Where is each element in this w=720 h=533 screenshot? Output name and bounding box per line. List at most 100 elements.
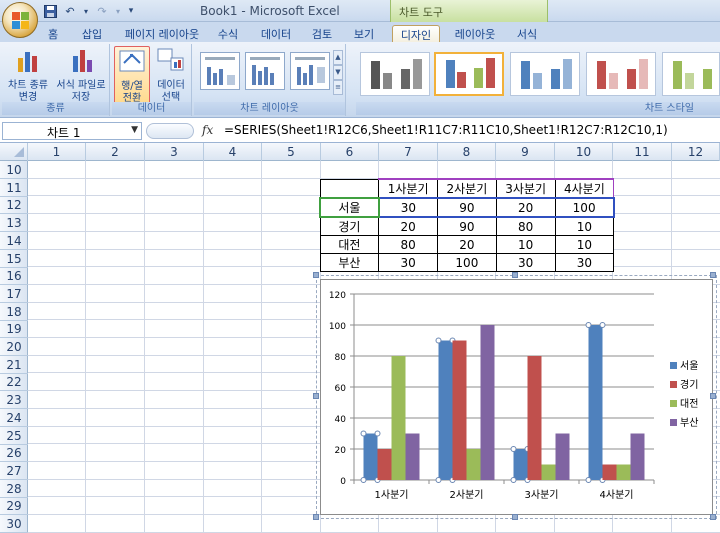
resize-handle[interactable] bbox=[313, 514, 319, 520]
tab-format[interactable]: 서식 bbox=[510, 25, 544, 42]
chart-layout-option[interactable] bbox=[245, 52, 285, 90]
select-all-button[interactable] bbox=[0, 143, 28, 161]
resize-handle[interactable] bbox=[512, 514, 518, 520]
resize-handle[interactable] bbox=[313, 393, 319, 399]
tab-insert[interactable]: 삽입 bbox=[78, 25, 106, 42]
row-header[interactable]: 14 bbox=[0, 232, 28, 250]
resize-handle[interactable] bbox=[710, 272, 716, 278]
table-cell[interactable]: 100 bbox=[437, 253, 497, 272]
table-cell[interactable]: 30 bbox=[554, 253, 615, 272]
resize-handle[interactable] bbox=[710, 393, 716, 399]
column-header[interactable]: 9 bbox=[496, 143, 555, 161]
row-header[interactable]: 10 bbox=[0, 161, 28, 179]
row-header[interactable]: 12 bbox=[0, 196, 28, 215]
change-chart-type-button[interactable]: 차트 종류 변경 bbox=[4, 46, 52, 104]
formula-input[interactable]: =SERIES(Sheet1!R12C6,Sheet1!R11C7:R11C10… bbox=[224, 123, 668, 137]
tab-home[interactable]: 홈 bbox=[42, 25, 64, 42]
select-data-button[interactable]: 데이터 선택 bbox=[152, 46, 190, 104]
tab-formulas[interactable]: 수식 bbox=[214, 25, 242, 42]
switch-row-column-button[interactable]: 행/열 전환 bbox=[114, 46, 150, 106]
chevron-down-icon[interactable]: ▼ bbox=[131, 125, 138, 135]
row-header[interactable]: 11 bbox=[0, 179, 28, 197]
bar-부산[interactable] bbox=[480, 325, 495, 480]
tab-view[interactable]: 보기 bbox=[350, 25, 378, 42]
row-header[interactable]: 25 bbox=[0, 427, 28, 445]
chart-style-option[interactable] bbox=[586, 52, 656, 96]
table-cell[interactable]: 100 bbox=[554, 197, 615, 218]
bar-경기[interactable] bbox=[377, 449, 392, 480]
resize-handle[interactable] bbox=[313, 272, 319, 278]
column-header[interactable]: 7 bbox=[379, 143, 438, 161]
bar-대전[interactable] bbox=[541, 464, 556, 481]
column-header[interactable]: 2 bbox=[86, 143, 145, 161]
save-icon[interactable] bbox=[42, 3, 58, 19]
column-header[interactable]: 8 bbox=[438, 143, 496, 161]
column-header[interactable]: 5 bbox=[262, 143, 321, 161]
chart-style-option[interactable] bbox=[360, 52, 430, 96]
resize-handle[interactable] bbox=[512, 272, 518, 278]
table-cell[interactable]: 80 bbox=[378, 235, 438, 254]
row-header[interactable]: 22 bbox=[0, 373, 28, 392]
column-header-cell[interactable]: 4사분기 bbox=[554, 178, 615, 199]
column-header[interactable]: 10 bbox=[555, 143, 613, 161]
chart-style-option[interactable] bbox=[662, 52, 720, 96]
row-header[interactable]: 26 bbox=[0, 444, 28, 463]
bar-서울[interactable] bbox=[363, 433, 378, 481]
row-header[interactable]: 29 bbox=[0, 497, 28, 516]
bar-대전[interactable] bbox=[616, 464, 631, 481]
row-header[interactable]: 23 bbox=[0, 391, 28, 410]
row-label-cell[interactable]: 서울 bbox=[319, 197, 380, 218]
row-header[interactable]: 19 bbox=[0, 320, 28, 339]
save-as-template-button[interactable]: 서식 파일로 저장 bbox=[54, 46, 108, 104]
row-header[interactable]: 18 bbox=[0, 303, 28, 321]
row-header[interactable]: 15 bbox=[0, 250, 28, 268]
table-cell[interactable]: 20 bbox=[378, 216, 438, 236]
bar-부산[interactable] bbox=[555, 433, 570, 481]
column-header[interactable]: 4 bbox=[204, 143, 262, 161]
office-button[interactable] bbox=[2, 2, 38, 38]
tab-data[interactable]: 데이터 bbox=[256, 25, 296, 42]
resize-handle[interactable] bbox=[710, 514, 716, 520]
column-header[interactable]: 11 bbox=[613, 143, 672, 161]
row-header[interactable]: 28 bbox=[0, 480, 28, 498]
tab-page-layout[interactable]: 페이지 레이아웃 bbox=[121, 25, 203, 42]
row-header[interactable]: 16 bbox=[0, 267, 28, 286]
tab-layout[interactable]: 레이아웃 bbox=[448, 25, 502, 42]
row-header[interactable]: 17 bbox=[0, 285, 28, 303]
bar-경기[interactable] bbox=[452, 340, 467, 481]
chart-area[interactable]: 0 20 40 60 80 100 120 1사분기 2사분기 3사분기 4사분기 서울 경기 대전 부산 bbox=[320, 279, 713, 515]
formula-bar-resize-handle[interactable] bbox=[146, 123, 194, 139]
bar-부산[interactable] bbox=[405, 433, 420, 481]
bar-대전[interactable] bbox=[391, 356, 406, 480]
bar-경기[interactable] bbox=[527, 356, 542, 480]
customize-qat-icon[interactable]: ▾ bbox=[126, 3, 136, 19]
bar-서울[interactable] bbox=[513, 449, 528, 480]
row-label-cell[interactable]: 경기 bbox=[319, 216, 380, 236]
table-cell[interactable]: 20 bbox=[437, 235, 497, 254]
tab-review[interactable]: 검토 bbox=[308, 25, 336, 42]
column-header-cell[interactable]: 1사분기 bbox=[378, 178, 438, 199]
redo-icon[interactable]: ↷ bbox=[94, 3, 110, 19]
row-label-cell[interactable]: 부산 bbox=[319, 253, 380, 272]
table-cell[interactable]: 90 bbox=[437, 216, 497, 236]
chart-layout-option[interactable] bbox=[200, 52, 240, 90]
column-header-cell[interactable]: 2사분기 bbox=[437, 178, 497, 199]
chart-layout-option[interactable] bbox=[290, 52, 330, 90]
column-header[interactable]: 12 bbox=[672, 143, 720, 161]
bar-부산[interactable] bbox=[630, 433, 645, 481]
row-header[interactable]: 13 bbox=[0, 214, 28, 233]
table-cell[interactable]: 10 bbox=[554, 216, 615, 236]
chart-style-option[interactable] bbox=[510, 52, 580, 96]
row-header[interactable]: 24 bbox=[0, 409, 28, 427]
dropdown-icon[interactable]: ▾ bbox=[82, 3, 90, 19]
column-header[interactable]: 1 bbox=[28, 143, 86, 161]
table-corner-cell[interactable] bbox=[319, 178, 380, 199]
table-cell[interactable]: 80 bbox=[495, 216, 556, 236]
column-chart[interactable]: 0 20 40 60 80 100 120 1사분기 2사분기 3사분기 4사분기 서울경기대전부산 bbox=[321, 280, 714, 516]
bar-대전[interactable] bbox=[466, 449, 481, 480]
table-cell[interactable]: 30 bbox=[495, 253, 556, 272]
table-cell[interactable]: 10 bbox=[554, 235, 615, 254]
undo-icon[interactable]: ↶ bbox=[62, 3, 78, 19]
bar-서울[interactable] bbox=[588, 325, 603, 480]
bar-서울[interactable] bbox=[438, 340, 453, 481]
